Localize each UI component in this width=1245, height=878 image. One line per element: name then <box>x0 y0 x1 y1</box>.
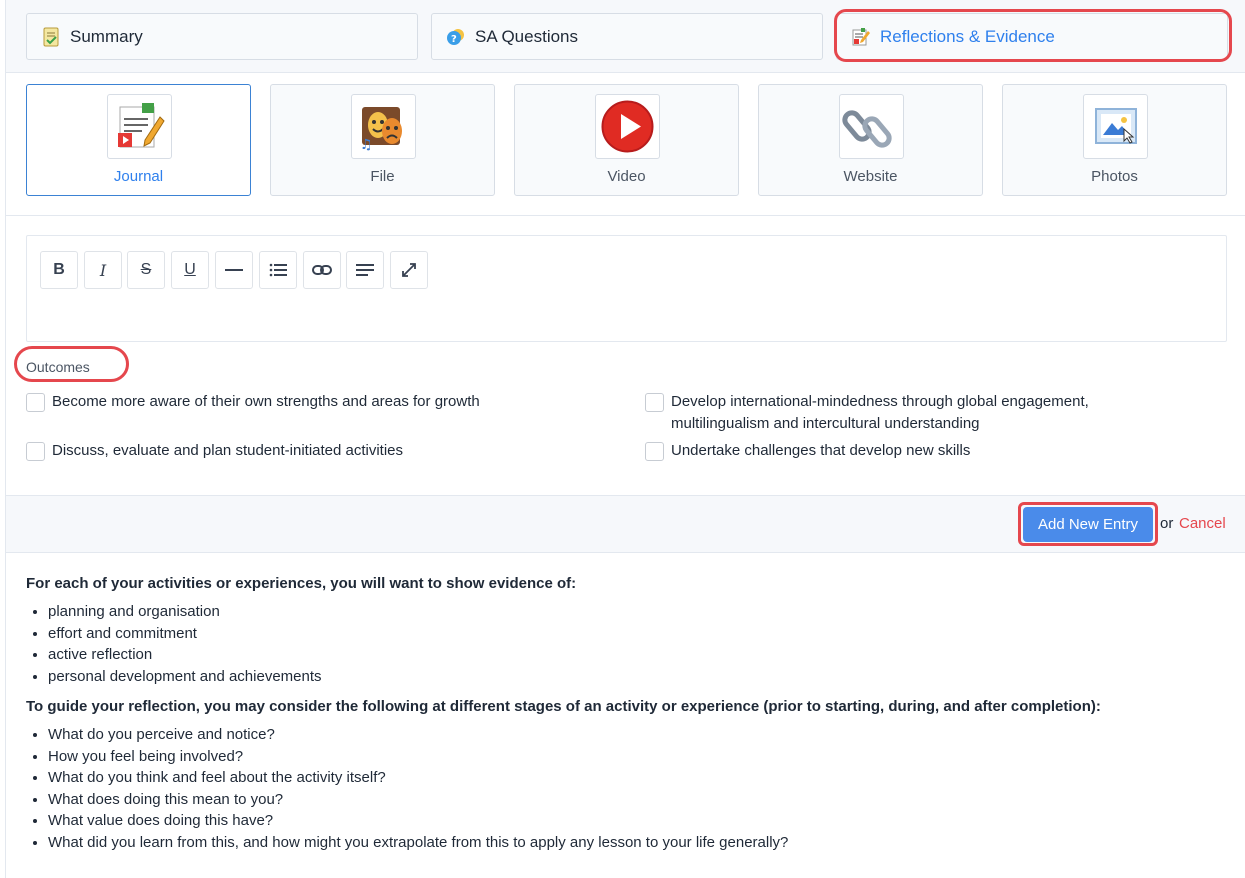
evidence-type-file[interactable]: ♫ File <box>270 84 495 196</box>
journal-editor[interactable]: B I S U <box>26 235 1227 342</box>
outcome-label: Develop international-mindedness through… <box>671 393 1089 432</box>
outcome-label: Discuss, evaluate and plan student-initi… <box>52 442 404 459</box>
italic-button[interactable]: I <box>84 251 122 289</box>
evidence-type-website[interactable]: Website <box>758 84 983 196</box>
list-item: What do you think and feel about the act… <box>48 767 1236 789</box>
reflection-questions-list: What do you perceive and notice? How you… <box>26 724 1236 853</box>
evidence-type-video[interactable]: Video <box>514 84 739 196</box>
summary-notes-icon <box>41 27 61 47</box>
list-item: What does doing this mean to you? <box>48 789 1236 811</box>
main-panel: Summary ? SA Questions Reflections & Evi… <box>5 0 1245 878</box>
evidence-type-label: Video <box>607 168 646 185</box>
list-item: personal development and achievements <box>48 666 1236 688</box>
svg-text:♫: ♫ <box>360 137 373 153</box>
list-item: How you feel being involved? <box>48 746 1236 768</box>
add-new-entry-button[interactable]: Add New Entry <box>1023 507 1153 542</box>
horizontal-rule-icon <box>225 269 243 271</box>
guidance-heading-reflection: To guide your reflection, you may consid… <box>26 698 1101 715</box>
tab-sa-questions[interactable]: ? SA Questions <box>431 13 823 60</box>
strikethrough-button[interactable]: S <box>127 251 165 289</box>
link-button[interactable] <box>303 251 341 289</box>
outcome-option[interactable]: Undertake challenges that develop new sk… <box>645 440 1165 462</box>
outcome-checkbox[interactable] <box>26 442 45 461</box>
tab-label: Summary <box>70 26 143 46</box>
evidence-type-row: Journal ♫ File Video Website Photos <box>6 73 1245 216</box>
list-item: What did you learn from this, and how mi… <box>48 832 1236 854</box>
outcome-label: Become more aware of their own strengths… <box>52 393 480 410</box>
photo-picture-icon <box>1083 94 1148 159</box>
theatre-masks-icon: ♫ <box>351 94 416 159</box>
list-item: active reflection <box>48 644 1236 666</box>
horizontal-rule-button[interactable] <box>215 251 253 289</box>
link-icon <box>312 265 332 275</box>
list-item: What do you perceive and notice? <box>48 724 1236 746</box>
or-separator: or <box>1160 515 1174 532</box>
question-bubble-icon: ? <box>446 27 466 47</box>
fullscreen-button[interactable] <box>390 251 428 289</box>
outcome-label: Undertake challenges that develop new sk… <box>671 442 971 459</box>
evidence-type-journal[interactable]: Journal <box>26 84 251 196</box>
bullet-list-icon <box>269 263 287 277</box>
align-button[interactable] <box>346 251 384 289</box>
outcome-checkbox[interactable] <box>645 393 664 412</box>
list-item: effort and commitment <box>48 623 1236 645</box>
outcome-option[interactable]: Discuss, evaluate and plan student-initi… <box>26 440 626 462</box>
evidence-type-label: Website <box>843 168 898 185</box>
tab-summary[interactable]: Summary <box>26 13 418 60</box>
evidence-type-photos[interactable]: Photos <box>1002 84 1227 196</box>
evidence-list: planning and organisation effort and com… <box>26 601 1236 687</box>
outcome-option[interactable]: Develop international-mindedness through… <box>645 391 1165 435</box>
cancel-link[interactable]: Cancel <box>1179 515 1226 532</box>
underline-button[interactable]: U <box>171 251 209 289</box>
evidence-type-label: Journal <box>113 168 164 185</box>
evidence-type-label: File <box>370 168 395 185</box>
svg-text:?: ? <box>451 34 457 45</box>
outcomes-highlight-annotation <box>14 346 129 382</box>
expand-icon <box>402 263 416 277</box>
tab-highlight-annotation <box>834 9 1232 62</box>
tab-label: SA Questions <box>475 26 579 46</box>
section-tabs: Summary ? SA Questions Reflections & Evi… <box>6 0 1245 73</box>
reflection-guidance: For each of your activities or experienc… <box>26 575 1236 864</box>
outcome-checkbox[interactable] <box>645 442 664 461</box>
bold-button[interactable]: B <box>40 251 78 289</box>
list-item: What value does doing this have? <box>48 810 1236 832</box>
form-actions: Add New Entry or Cancel <box>6 495 1245 553</box>
bullet-list-button[interactable] <box>259 251 297 289</box>
list-item: planning and organisation <box>48 601 1236 623</box>
outcome-option[interactable]: Become more aware of their own strengths… <box>26 391 626 413</box>
outcome-checkbox[interactable] <box>26 393 45 412</box>
play-video-icon <box>595 94 660 159</box>
journal-icon <box>107 94 172 159</box>
guidance-heading-evidence: For each of your activities or experienc… <box>26 575 577 592</box>
align-left-icon <box>356 264 374 276</box>
evidence-type-label: Photos <box>1091 168 1138 185</box>
chain-link-icon <box>839 94 904 159</box>
